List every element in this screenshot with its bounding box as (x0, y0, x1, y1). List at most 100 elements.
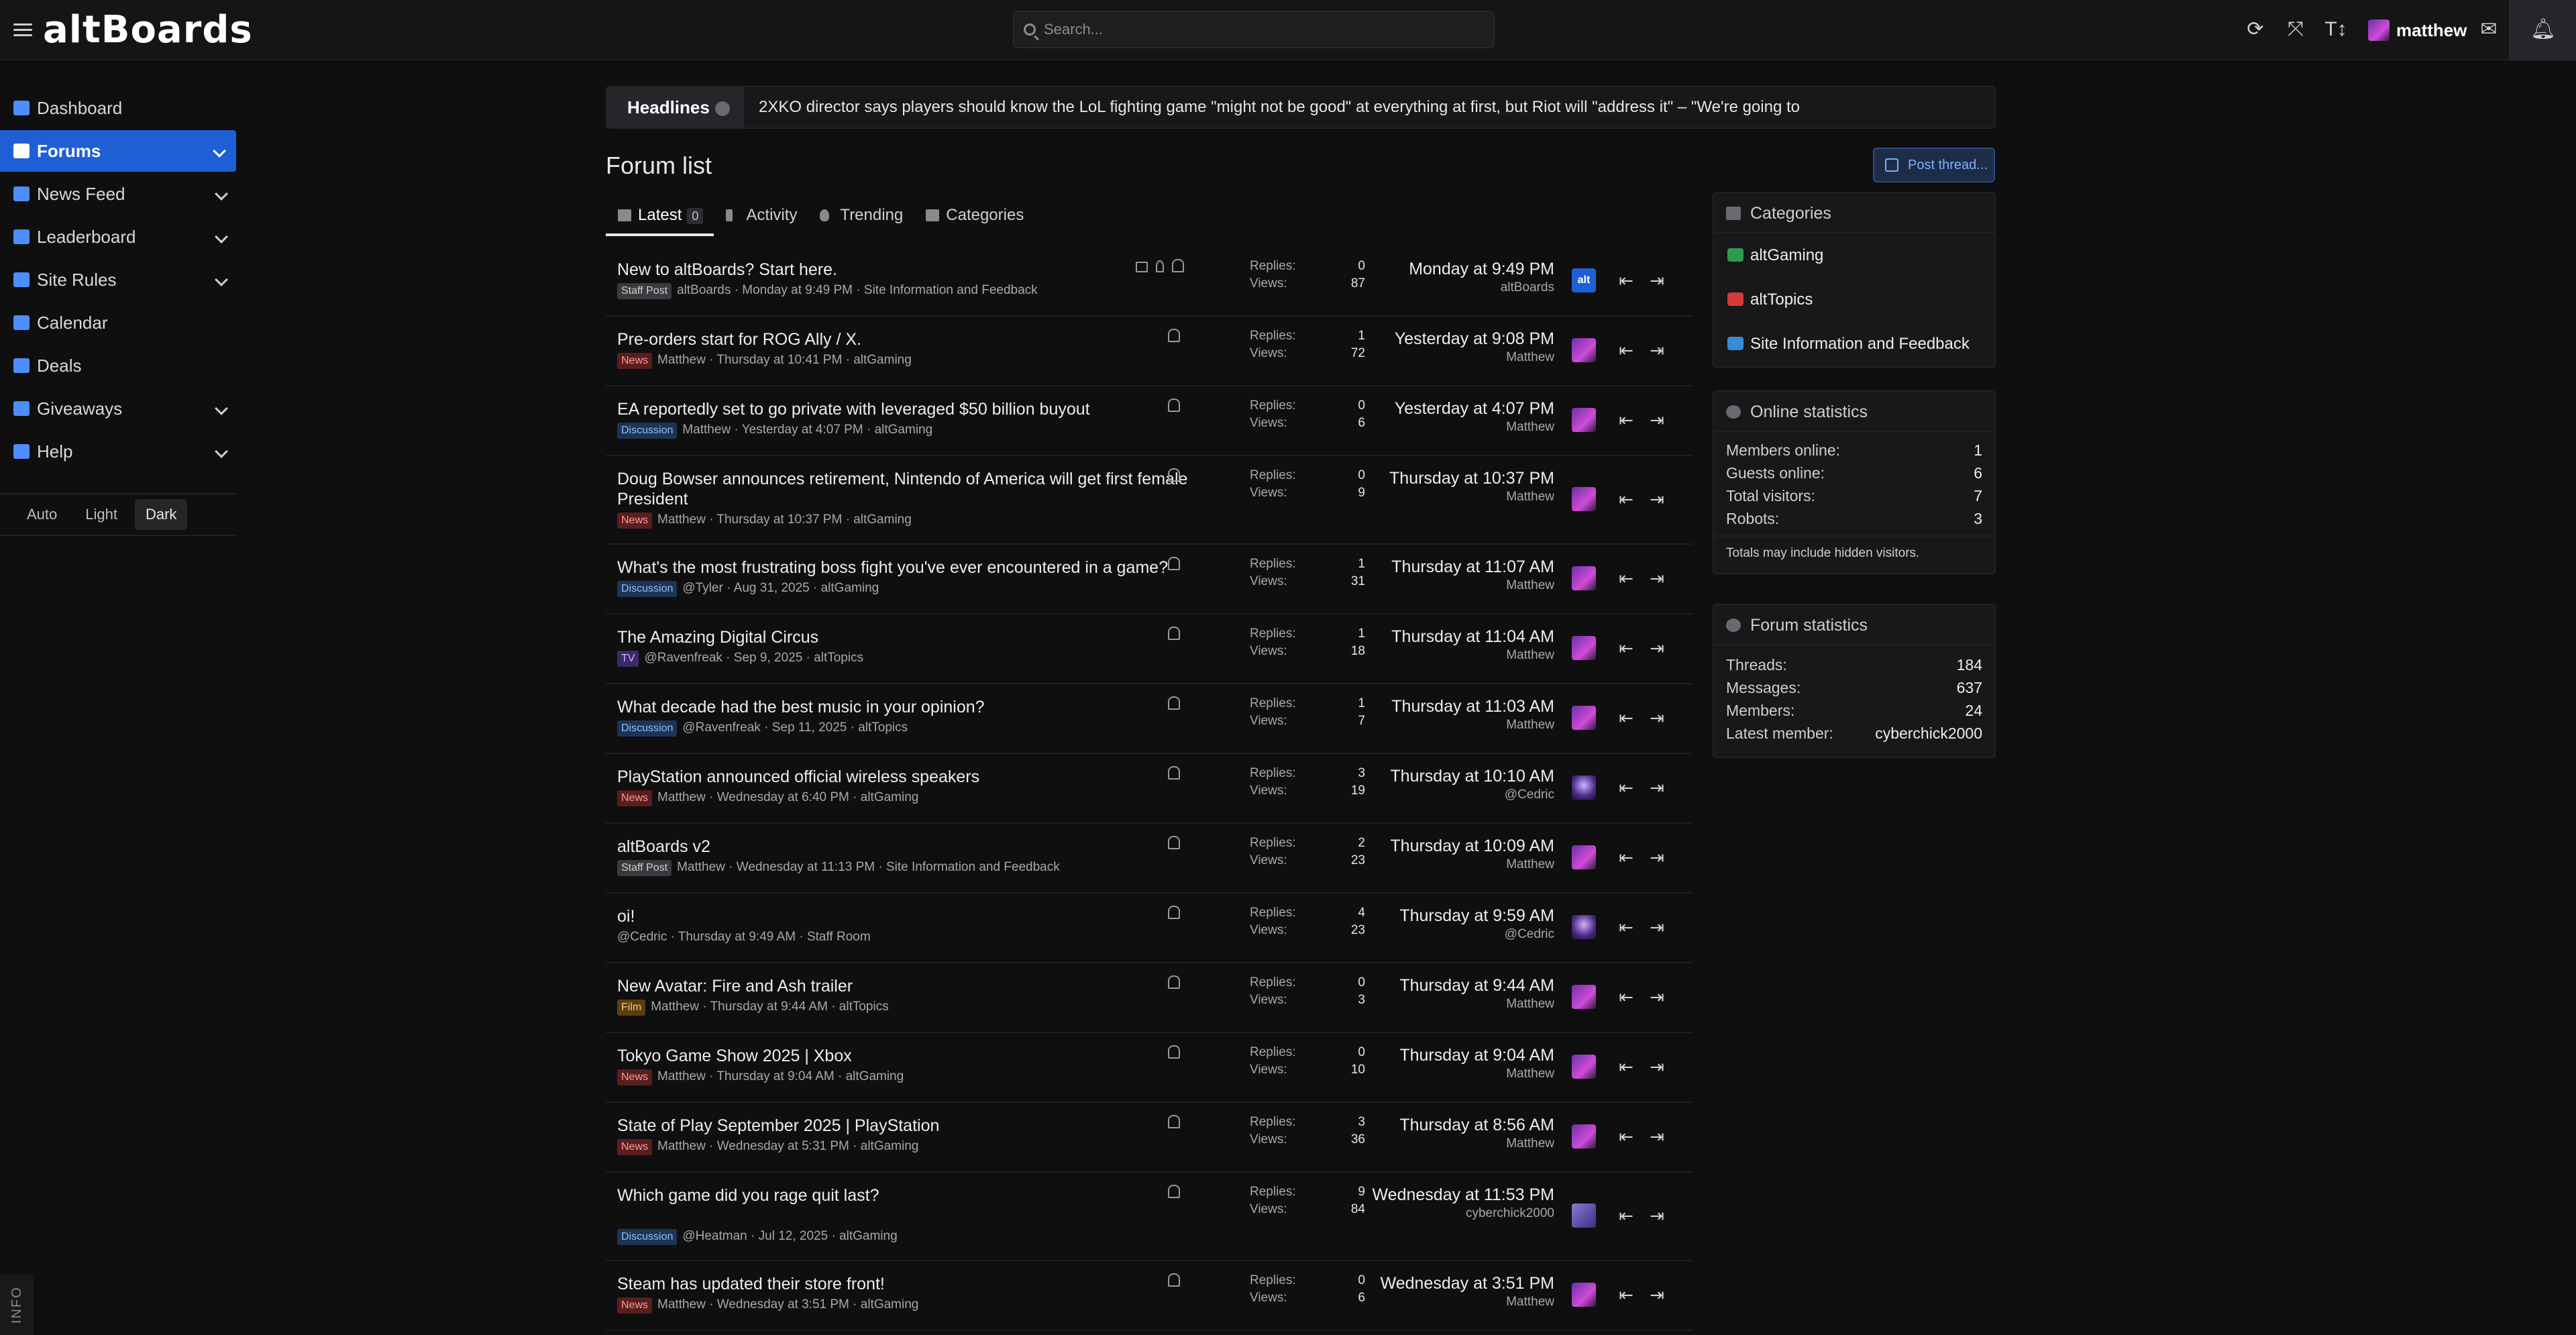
last-post-user[interactable]: Matthew (1353, 1295, 1554, 1310)
bell-icon[interactable] (1168, 906, 1180, 919)
thread-title[interactable]: Tokyo Game Show 2025 | Xbox (617, 1046, 1194, 1066)
bell-icon[interactable] (1168, 1115, 1180, 1128)
bell-icon[interactable] (1168, 696, 1180, 710)
thread-author[interactable]: Matthew (657, 1069, 706, 1083)
thread-author[interactable]: Matthew (657, 513, 706, 527)
last-post-user[interactable]: Matthew (1353, 997, 1554, 1012)
thread-date[interactable]: Wednesday at 3:51 PM (717, 1297, 849, 1312)
thread-date[interactable]: Jul 12, 2025 (759, 1229, 828, 1243)
thread-prefix-badge[interactable]: Discussion (617, 423, 678, 439)
jump-first-icon[interactable]: ⇤ (1615, 639, 1638, 657)
thread-date[interactable]: Monday at 9:49 PM (742, 283, 853, 297)
tab-categories[interactable]: Categories (914, 199, 1034, 236)
thread-prefix-badge[interactable]: Discussion (617, 720, 678, 737)
thread-title[interactable]: Steam has updated their store front! (617, 1274, 1194, 1294)
thread-forum[interactable]: altGaming (846, 1069, 904, 1083)
theme-dark-button[interactable]: Dark (134, 499, 188, 530)
jump-last-icon[interactable]: ⇥ (1646, 411, 1668, 429)
chevron-down-icon[interactable] (215, 445, 228, 458)
thread-author[interactable]: @Heatman (682, 1229, 747, 1243)
thread-forum[interactable]: altTopics (814, 651, 863, 665)
thread-date[interactable]: Thursday at 9:04 AM (716, 1069, 834, 1083)
thread-author[interactable]: @Cedric (617, 930, 667, 944)
bell-icon[interactable] (1168, 836, 1180, 849)
avatar[interactable] (1572, 1204, 1596, 1228)
jump-first-icon[interactable]: ⇤ (1615, 848, 1638, 867)
post-thread-button[interactable]: Post thread... (1873, 148, 1995, 182)
thread-date[interactable]: Sep 9, 2025 (734, 651, 802, 665)
last-post-user[interactable]: altBoards (1353, 280, 1554, 295)
last-post-user[interactable]: Matthew (1353, 490, 1554, 504)
jump-first-icon[interactable]: ⇤ (1615, 708, 1638, 727)
mail-icon[interactable]: ✉ (2477, 17, 2501, 42)
jump-last-icon[interactable]: ⇥ (1646, 1127, 1668, 1146)
thread-date[interactable]: Sep 11, 2025 (772, 720, 847, 735)
thread-prefix-badge[interactable]: Staff Post (617, 860, 672, 876)
menu-icon[interactable] (13, 20, 32, 39)
sidebar-item-dashboard[interactable]: Dashboard (0, 87, 238, 129)
last-post-user[interactable]: Matthew (1353, 718, 1554, 733)
category-item[interactable]: altTopics (1714, 278, 1994, 322)
bell-icon[interactable] (1168, 1045, 1180, 1059)
text-size-icon[interactable]: T↕ (2324, 17, 2348, 42)
thread-title[interactable]: altBoards v2 (617, 837, 1194, 857)
jump-last-icon[interactable]: ⇥ (1646, 848, 1668, 867)
thread-forum[interactable]: altGaming (875, 423, 933, 437)
user-menu[interactable]: matthew (2368, 15, 2467, 46)
jump-last-icon[interactable]: ⇥ (1646, 271, 1668, 290)
avatar[interactable] (1572, 408, 1596, 432)
last-post-user[interactable]: Matthew (1353, 1067, 1554, 1081)
jump-last-icon[interactable]: ⇥ (1646, 1206, 1668, 1225)
last-post-user[interactable]: @Cedric (1353, 927, 1554, 942)
jump-first-icon[interactable]: ⇤ (1615, 778, 1638, 797)
chevron-down-icon[interactable] (215, 187, 228, 201)
thread-author[interactable]: @Tyler (682, 581, 722, 595)
bell-icon[interactable] (1168, 1273, 1180, 1287)
thread-forum[interactable]: Staff Room (807, 930, 871, 944)
avatar[interactable] (1572, 487, 1596, 511)
jump-last-icon[interactable]: ⇥ (1646, 987, 1668, 1006)
last-post-time[interactable]: Thursday at 9:44 AM (1353, 975, 1554, 996)
thread-title[interactable]: New Avatar: Fire and Ash trailer (617, 976, 1194, 996)
chevron-down-icon[interactable] (215, 230, 228, 244)
thread-forum[interactable]: altGaming (853, 513, 912, 527)
bell-icon[interactable] (1168, 468, 1180, 482)
notifications-button[interactable]: 🔔︎ (2509, 0, 2576, 60)
jump-last-icon[interactable]: ⇥ (1646, 708, 1668, 727)
thread-title[interactable]: Doug Bowser announces retirement, Ninten… (617, 469, 1194, 509)
thread-prefix-badge[interactable]: News (617, 1297, 653, 1314)
thread-date[interactable]: Aug 31, 2025 (734, 581, 810, 595)
chevron-down-icon[interactable] (215, 273, 228, 286)
category-item[interactable]: Site Information and Feedback (1714, 322, 1994, 366)
sidebar-item-news-feed[interactable]: News Feed (0, 173, 238, 215)
last-post-user[interactable]: Matthew (1353, 420, 1554, 435)
thread-author[interactable]: Matthew (657, 353, 706, 367)
last-post-user[interactable]: @Cedric (1353, 788, 1554, 802)
thread-forum[interactable]: altTopics (839, 1000, 889, 1014)
last-post-time[interactable]: Thursday at 9:04 AM (1353, 1045, 1554, 1065)
tab-activity[interactable]: Activity (714, 199, 808, 236)
headline-text[interactable]: 2XKO director says players should know t… (759, 87, 1986, 127)
refresh-icon[interactable]: ⟳ (2243, 17, 2267, 42)
thread-prefix-badge[interactable]: Discussion (617, 581, 678, 597)
avatar[interactable] (1572, 1283, 1596, 1307)
jump-last-icon[interactable]: ⇥ (1646, 490, 1668, 509)
jump-first-icon[interactable]: ⇤ (1615, 1206, 1638, 1225)
jump-first-icon[interactable]: ⇤ (1615, 271, 1638, 290)
last-post-user[interactable]: Matthew (1353, 350, 1554, 365)
bell-icon[interactable] (1168, 329, 1180, 342)
stat-value[interactable]: cyberchick2000 (1875, 722, 1982, 745)
sidebar-item-giveaways[interactable]: Giveaways (0, 388, 238, 429)
thread-title[interactable]: New to altBoards? Start here. (617, 260, 1194, 280)
thread-forum[interactable]: Site Information and Feedback (886, 860, 1060, 874)
last-post-time[interactable]: Thursday at 11:07 AM (1353, 557, 1554, 577)
expand-icon[interactable]: ⤧ (2284, 17, 2308, 42)
thread-title[interactable]: Pre-orders start for ROG Ally / X. (617, 329, 1194, 350)
last-post-time[interactable]: Wednesday at 11:53 PM (1353, 1185, 1554, 1205)
tab-latest[interactable]: Latest 0 (606, 199, 714, 236)
avatar[interactable] (1572, 845, 1596, 869)
thread-forum[interactable]: altTopics (858, 720, 908, 735)
sidebar-item-deals[interactable]: Deals (0, 345, 238, 386)
jump-last-icon[interactable]: ⇥ (1646, 569, 1668, 588)
jump-first-icon[interactable]: ⇤ (1615, 569, 1638, 588)
